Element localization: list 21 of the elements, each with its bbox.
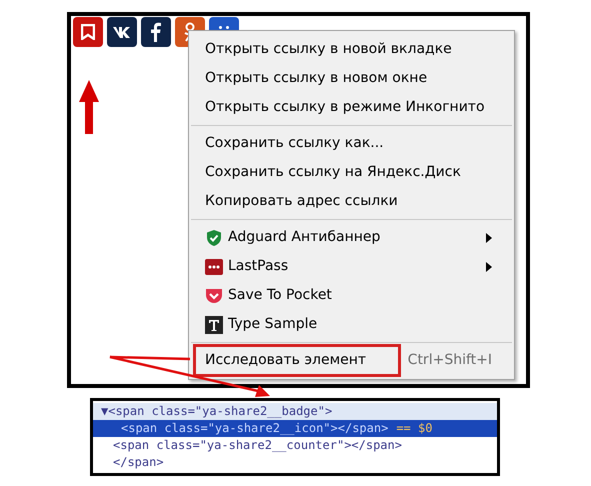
menu-item[interactable]: Сохранить ссылку как... xyxy=(191,129,512,158)
menu-item[interactable]: LastPass xyxy=(191,252,512,281)
code-line[interactable]: </span> xyxy=(93,454,497,471)
menu-item[interactable]: Type Sample xyxy=(191,310,512,339)
menu-item[interactable]: Открыть ссылку в режиме Инкогнито xyxy=(191,93,512,122)
menu-item[interactable]: Открыть ссылку в новой вкладке xyxy=(191,35,512,64)
facebook-share-icon[interactable] xyxy=(141,17,171,47)
menu-item[interactable]: Save To Pocket xyxy=(191,281,512,310)
pocket-icon xyxy=(205,286,223,304)
up-arrow xyxy=(79,80,99,134)
vk-share-icon[interactable] xyxy=(107,17,137,47)
menu-item[interactable]: Adguard Антибаннер xyxy=(191,223,512,252)
ellipsis-icon xyxy=(205,258,223,276)
menu-item[interactable]: Копировать адрес ссылки xyxy=(191,187,512,216)
bookmark-share-icon[interactable] xyxy=(73,17,103,47)
menu-item[interactable]: Открыть ссылку в новом окне xyxy=(191,64,512,93)
letter-t-icon xyxy=(205,316,223,334)
code-line[interactable]: <span class="ya-share2__counter"></span> xyxy=(93,437,497,454)
menu-item[interactable]: Сохранить ссылку на Яндекс.Диск xyxy=(191,158,512,187)
shield-icon xyxy=(205,228,223,246)
menu-item[interactable]: Исследовать элемент Ctrl+Shift+I xyxy=(191,346,512,375)
